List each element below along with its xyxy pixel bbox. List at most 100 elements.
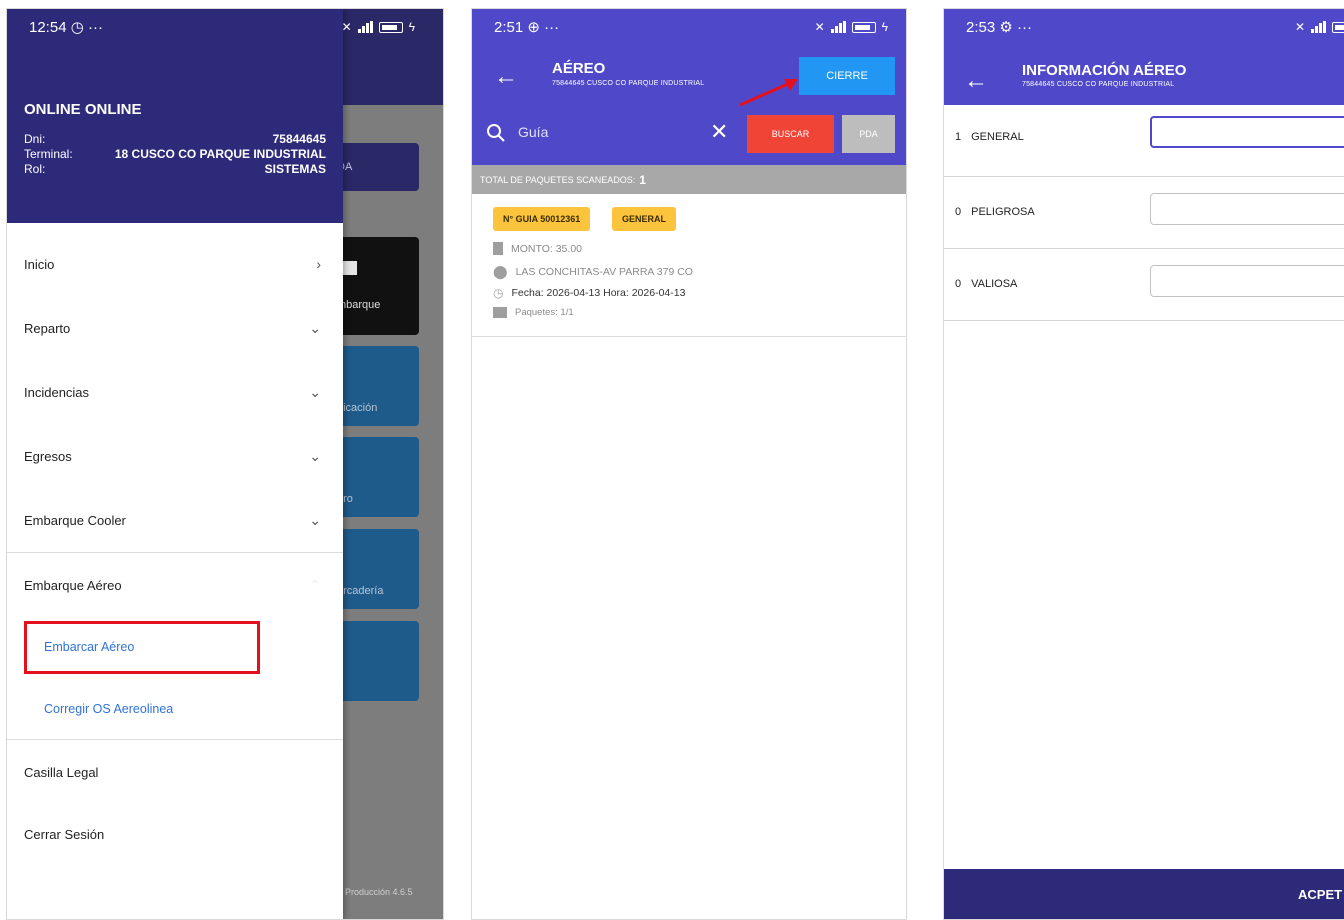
background-card-4: ero	[337, 437, 419, 517]
chevron-up-icon: ⌃	[309, 576, 321, 593]
menu-item-reparto[interactable]: Reparto ⌄	[7, 296, 343, 360]
menu-item-casilla-legal[interactable]: Casilla Legal	[7, 740, 343, 804]
rol-label: Rol:	[24, 162, 46, 176]
status-bar: 2:53 ⚙ ··· ✕	[944, 9, 1344, 45]
menu-item-egresos[interactable]: Egresos ⌄	[7, 424, 343, 488]
chevron-down-icon: ⌄	[309, 511, 321, 528]
fecha-line: ◷ Fecha: 2026-04-13 Hora: 2026-04-13	[493, 286, 685, 300]
status-icons-group: ✕ ϟ	[342, 20, 415, 34]
field-count: 1	[955, 131, 962, 143]
background-card-3: bicación	[337, 346, 419, 426]
dni-label: Dni:	[24, 132, 46, 146]
pda-button[interactable]: PDA	[842, 115, 895, 153]
charging-icon: ϟ	[881, 20, 888, 34]
total-label: TOTAL DE PAQUETES SCANEADOS:	[480, 174, 636, 185]
red-arrow-annotation	[739, 79, 798, 107]
status-icons: ✕ ϟ	[303, 9, 443, 45]
drawer-header: 12:54 ◷ ··· ONLINE ONLINE Dni: 75844645 T…	[7, 9, 343, 223]
battery-icon	[378, 21, 403, 33]
user-name: ONLINE ONLINE	[24, 101, 142, 118]
package-card[interactable]: N° GUIA 50012361 GENERAL MONTO: 35.00 ⬤ L…	[472, 194, 906, 337]
chevron-right-icon: ›	[316, 256, 321, 272]
page-title: INFORMACIÓN AÉREO	[1022, 62, 1187, 79]
back-arrow-icon[interactable]: ←	[964, 67, 988, 95]
menu-item-embarque-aereo[interactable]: Embarque Aéreo ⌃	[7, 553, 343, 617]
menu-item-label: Casilla Legal	[24, 764, 99, 780]
guia-search-input[interactable]	[518, 120, 698, 144]
menu-item-incidencias[interactable]: Incidencias ⌄	[7, 360, 343, 424]
menu-item-label: Cerrar Sesión	[24, 826, 105, 842]
field-row-peligrosa: 0 PELIGROSA	[944, 177, 1344, 249]
fecha-text: Fecha: 2026-04-13 Hora: 2026-04-13	[511, 287, 686, 299]
field-row-general: 1 GENERAL	[944, 105, 1344, 177]
buscar-button[interactable]: BUSCAR	[747, 115, 834, 153]
menu-item-embarque-cooler[interactable]: Embarque Cooler ⌄	[7, 488, 343, 552]
menu-item-label: Reparto	[24, 320, 71, 336]
monto-line: MONTO: 35.00	[493, 242, 582, 255]
app-bar: 2:53 ⚙ ··· ✕ ← INFORMACIÓN AÉREO 7584464…	[944, 9, 1344, 105]
menu-item-label: Incidencias	[24, 384, 90, 400]
status-time-text: 2:51	[494, 19, 524, 36]
battery-icon	[851, 21, 876, 33]
menu-item-label: Egresos	[24, 448, 72, 464]
phone-informacion-aereo: 2:53 ⚙ ··· ✕ ← INFORMACIÓN AÉREO 7584464…	[943, 8, 1344, 920]
field-name: VALIOSA	[971, 278, 1018, 290]
monto-text: MONTO: 35.00	[511, 242, 582, 255]
status-time-text: 12:54	[29, 19, 67, 36]
document-icon	[493, 242, 503, 255]
signal-icon	[830, 21, 846, 33]
chevron-down-icon: ⌄	[309, 447, 321, 464]
menu-item-inicio[interactable]: Inicio ›	[7, 232, 343, 296]
address-text: LAS CONCHITAS-AV PARRA 379 CO	[515, 266, 693, 278]
status-bar: 2:51 ⊕ ··· ✕ ϟ	[472, 9, 906, 45]
menu-item-cerrar-sesion[interactable]: Cerrar Sesión	[7, 802, 343, 866]
status-time: 12:54 ◷ ···	[29, 19, 103, 36]
highlight-box	[24, 621, 260, 674]
background-card-text: mbarque	[337, 299, 381, 311]
peligrosa-input[interactable]	[1150, 193, 1344, 225]
clear-icon[interactable]: ✕	[710, 119, 728, 145]
menu-item-label: Embarque Cooler	[24, 512, 126, 528]
field-count: 0	[955, 278, 962, 290]
background-card-text: ercadería	[337, 585, 384, 597]
guia-tag: N° GUIA 50012361	[493, 207, 591, 231]
paquetes-line: Paquetes: 1/1	[493, 307, 574, 318]
package-icon	[493, 307, 507, 318]
menu-item-label: Embarque Aéreo	[24, 577, 122, 593]
dni-value: 75844645	[272, 132, 326, 146]
rol-value: SISTEMAS	[264, 162, 326, 176]
status-time-text: 2:53	[966, 19, 996, 36]
back-arrow-icon[interactable]: ←	[494, 63, 518, 91]
background-card-5: ercadería	[337, 529, 419, 609]
general-input[interactable]	[1150, 116, 1344, 148]
navigation-drawer: 12:54 ◷ ··· ONLINE ONLINE Dni: 75844645 T…	[7, 9, 343, 919]
field-label: 0 VALIOSA	[955, 278, 1017, 290]
menu-item-label: Inicio	[24, 256, 55, 272]
background-card-text: bicación	[337, 402, 378, 414]
type-tag: GENERAL	[612, 207, 677, 231]
field-row-valiosa: 0 VALIOSA	[944, 249, 1344, 321]
background-card-6: a	[337, 621, 419, 701]
battery-icon	[1332, 21, 1344, 33]
status-extra: ···	[87, 19, 103, 36]
location-pin-icon: ⬤	[493, 264, 508, 279]
valiosa-input[interactable]	[1150, 265, 1344, 297]
status-icons-group: ✕	[1295, 20, 1344, 34]
cierre-button[interactable]: CIERRE	[799, 57, 895, 95]
accept-bar[interactable]: ACPET	[944, 869, 1344, 919]
address-line: ⬤ LAS CONCHITAS-AV PARRA 379 CO	[493, 264, 693, 280]
field-label: 1 GENERAL	[955, 131, 1024, 143]
submenu-corregir-os-aereolinea[interactable]: Corregir OS Aereolinea	[44, 702, 173, 716]
screenshot-stage: DA mbarque bicación ero ercadería a Prod…	[0, 0, 1344, 920]
phone-menu-drawer: DA mbarque bicación ero ercadería a Prod…	[6, 8, 444, 920]
status-time: 2:53 ⚙ ···	[966, 19, 1032, 36]
terminal-value: 18 CUSCO CO PARQUE INDUSTRIAL	[114, 147, 326, 161]
paquetes-text: Paquetes: 1/1	[515, 307, 574, 318]
signal-icon	[357, 21, 373, 33]
status-extra: ···	[544, 19, 560, 36]
signal-icon	[1311, 21, 1326, 33]
clock-icon: ◷	[493, 286, 504, 300]
field-label: 0 PELIGROSA	[955, 206, 1035, 218]
phone-aereo-scan: 2:51 ⊕ ··· ✕ ϟ ← AÉREO 75844645 CUSCO CO …	[471, 8, 907, 920]
app-bar: 2:51 ⊕ ··· ✕ ϟ ← AÉREO 75844645 CUSCO CO …	[472, 9, 906, 165]
